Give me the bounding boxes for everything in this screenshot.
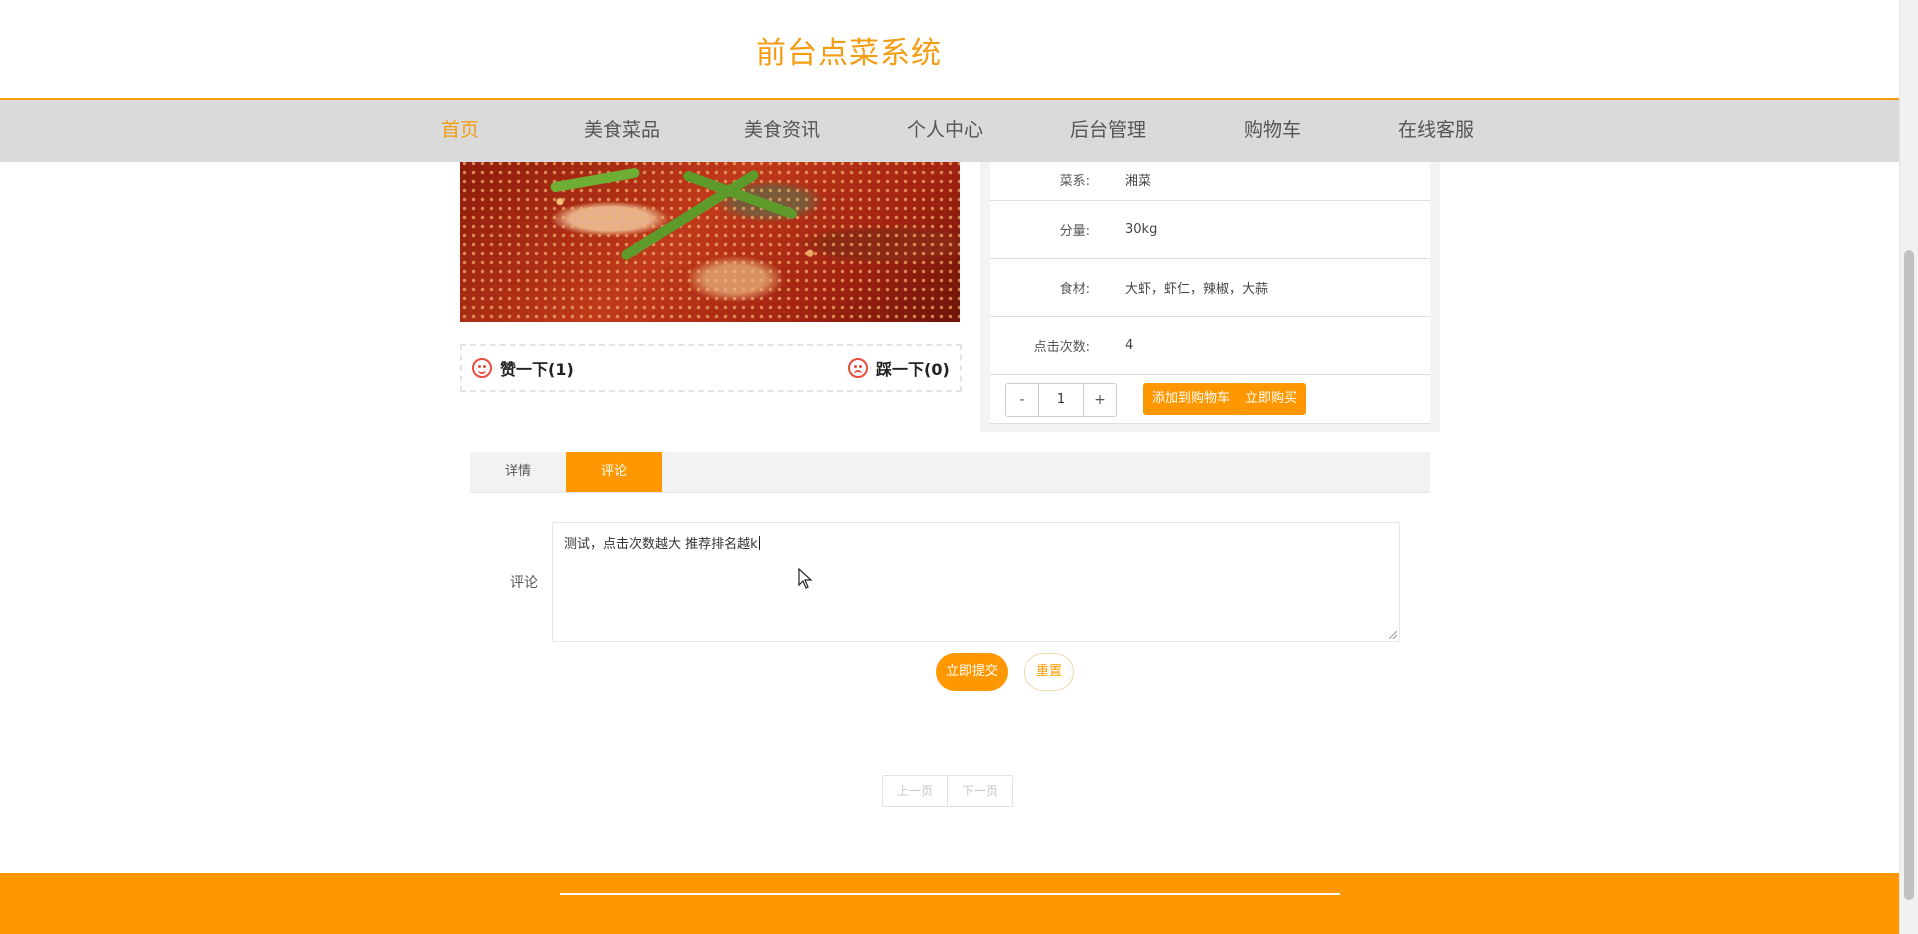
page: 前台点菜系统 首页 美食菜品 美食资讯 个人中心 后台管理 购物车 在线客服 赞… — [0, 0, 1918, 934]
main-nav: 首页 美食菜品 美食资讯 个人中心 后台管理 购物车 在线客服 — [0, 100, 1900, 162]
info-value: 30kg — [1125, 222, 1158, 237]
vote-box: 赞一下(1) 踩一下(0) — [460, 344, 962, 392]
comment-label: 评论 — [510, 575, 538, 591]
product-info-panel: 菜系: 湘菜 分量: 30kg 食材: 大虾，虾仁，辣椒，大蒜 点击次数: 4 … — [980, 150, 1440, 432]
info-value: 4 — [1125, 338, 1134, 353]
reset-button[interactable]: 重置 — [1024, 653, 1075, 691]
nav-item-admin[interactable]: 后台管理 — [1070, 100, 1146, 162]
info-label: 分量: — [1059, 224, 1090, 239]
info-row-ingredients: 食材: 大虾，虾仁，辣椒，大蒜 — [990, 259, 1430, 317]
nav-item-cart[interactable]: 购物车 — [1244, 100, 1301, 162]
nav-item-news[interactable]: 美食资讯 — [744, 100, 820, 162]
quantity-increment-button[interactable]: + — [1084, 384, 1116, 416]
like-label: 赞一下(1) — [500, 360, 574, 379]
buy-now-button[interactable]: 立即购买 — [1236, 383, 1307, 415]
sesame-texture — [460, 150, 960, 322]
info-value: 湘菜 — [1125, 173, 1152, 189]
info-row-portion: 分量: 30kg — [990, 201, 1430, 259]
info-label: 食材: — [1059, 282, 1090, 297]
site-header: 前台点菜系统 — [0, 0, 1900, 100]
text-caret — [758, 536, 760, 550]
prev-page-button[interactable]: 上一页 — [883, 776, 947, 806]
pagination: 上一页 下一页 — [882, 775, 1014, 807]
site-title: 前台点菜系统 — [756, 36, 942, 71]
mouse-pointer-icon — [798, 568, 813, 589]
tab-details[interactable]: 详情 — [470, 452, 566, 492]
info-row-clicks: 点击次数: 4 — [990, 317, 1430, 375]
submit-comment-button[interactable]: 立即提交 — [936, 653, 1009, 691]
nav-item-dishes[interactable]: 美食菜品 — [584, 100, 660, 162]
tab-comments[interactable]: 评论 — [566, 452, 662, 492]
dislike-label: 踩一下(0) — [876, 360, 950, 379]
frown-icon — [848, 358, 868, 378]
scrollbar-thumb[interactable] — [1904, 250, 1914, 900]
comment-text: 测试，点击次数越大 推荐排名越k — [564, 537, 758, 552]
info-value: 大虾，虾仁，辣椒，大蒜 — [1125, 282, 1269, 297]
page-scrollbar[interactable] — [1899, 0, 1918, 934]
like-button[interactable]: 赞一下(1) — [472, 356, 574, 380]
detail-tabs: 详情 评论 — [470, 452, 1430, 493]
quantity-stepper: - 1 + — [1005, 383, 1117, 417]
site-footer — [0, 873, 1900, 934]
product-image — [460, 150, 960, 322]
resize-handle-icon[interactable] — [1389, 631, 1397, 639]
comment-textarea[interactable]: 测试，点击次数越大 推荐排名越k — [552, 522, 1400, 642]
add-to-cart-button[interactable]: 添加到购物车 — [1143, 383, 1240, 415]
footer-divider — [560, 893, 1340, 895]
nav-item-profile[interactable]: 个人中心 — [907, 100, 983, 162]
purchase-actions: - 1 + 添加到购物车 立即购买 — [990, 375, 1430, 424]
nav-item-support[interactable]: 在线客服 — [1398, 100, 1474, 162]
nav-item-home[interactable]: 首页 — [441, 100, 479, 162]
quantity-decrement-button[interactable]: - — [1006, 384, 1038, 416]
smile-icon — [472, 358, 492, 378]
dislike-button[interactable]: 踩一下(0) — [848, 356, 950, 380]
product-info-table: 菜系: 湘菜 分量: 30kg 食材: 大虾，虾仁，辣椒，大蒜 点击次数: 4 … — [990, 150, 1430, 424]
info-label: 点击次数: — [1033, 340, 1090, 355]
info-label: 菜系: — [1059, 173, 1090, 189]
quantity-input[interactable]: 1 — [1038, 384, 1084, 416]
next-page-button[interactable]: 下一页 — [947, 776, 1012, 806]
